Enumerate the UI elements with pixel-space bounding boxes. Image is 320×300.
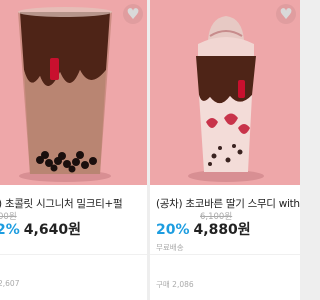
sale-price: 4,640원 [23, 222, 81, 238]
product-title[interactable]: ) 초콜릿 시그니처 밀크티+펄 [0, 196, 123, 211]
divider [0, 254, 147, 255]
product-image[interactable]: ♥ [0, 0, 147, 185]
product-image[interactable]: ♥ [150, 0, 300, 185]
product-card[interactable]: ♥ ) 초콜릿 시그니처 밀크티+펄 00원 2% 4,640원 2,607 [0, 0, 147, 300]
purchase-count: 구매 2,086 [156, 280, 194, 289]
bubble-tea-drink-illustration [18, 7, 112, 182]
purchase-count: 2,607 [0, 279, 20, 288]
discount-rate: 20% [156, 222, 190, 238]
divider [150, 254, 300, 255]
product-title[interactable]: (공차) 초코바른 딸기 스무디 with 쿠키 [156, 196, 300, 211]
sale-price: 4,880원 [193, 222, 251, 238]
heart-icon[interactable]: ♥ [276, 4, 296, 24]
price-row: 20% 4,880원 [156, 219, 251, 239]
discount-rate: 2% [0, 222, 20, 238]
heart-icon[interactable]: ♥ [123, 4, 143, 24]
shipping-label: 무료배송 [156, 243, 184, 252]
price-row: 2% 4,640원 [0, 219, 81, 239]
product-card[interactable]: ♥ (공차) 초코바른 딸기 스무디 with 쿠키 6,100원 20%4,8… [150, 0, 300, 300]
strawberry-smoothie-illustration [188, 16, 264, 182]
